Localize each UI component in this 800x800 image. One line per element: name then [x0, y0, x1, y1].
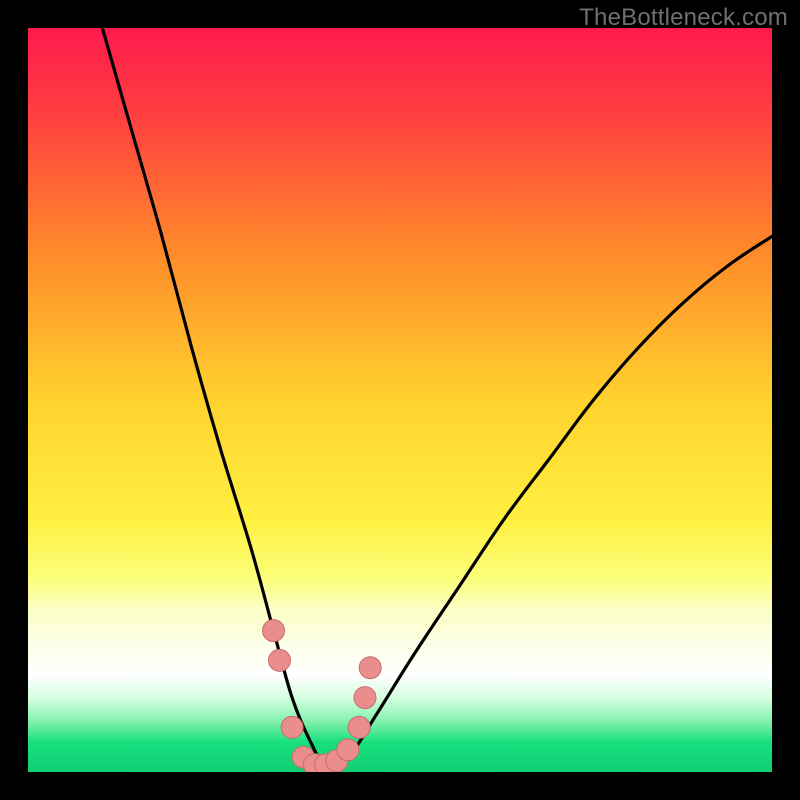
watermark-text: TheBottleneck.com	[579, 4, 788, 32]
bottleneck-curve	[28, 28, 772, 772]
curve-markers	[263, 620, 382, 772]
curve-marker	[263, 620, 285, 642]
plot-area	[28, 28, 772, 772]
curve-marker	[348, 716, 370, 738]
curve-marker	[269, 649, 291, 671]
curve-marker	[354, 687, 376, 709]
curve-line	[102, 28, 772, 766]
curve-marker	[359, 657, 381, 679]
chart-frame: TheBottleneck.com	[0, 0, 800, 800]
curve-marker	[337, 739, 359, 761]
curve-marker	[281, 716, 303, 738]
